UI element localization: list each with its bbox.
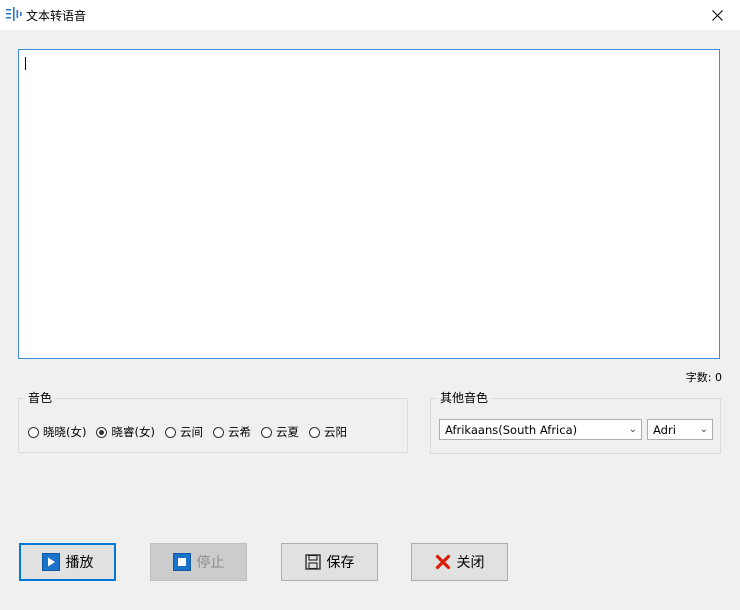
other-voice-group-title: 其他音色 (437, 391, 492, 405)
radio-circle-icon (164, 426, 176, 438)
save-icon (304, 554, 321, 570)
text-caret (25, 57, 26, 70)
play-label: 播放 (65, 555, 94, 571)
radio-checked-icon (96, 426, 108, 438)
voice-group-title: 音色 (25, 391, 56, 405)
voice-radio-yunxia[interactable]: 云夏 (260, 424, 299, 440)
title-bar: 文本转语音 (0, 0, 740, 30)
close-button[interactable]: 关闭 (411, 543, 508, 581)
voice-select[interactable]: Adri ⌄ (647, 419, 713, 440)
voice-radio-yunxi[interactable]: 云希 (212, 424, 251, 440)
stop-icon (172, 553, 191, 571)
voice-radio-label: 晓晓(女) (43, 425, 87, 439)
language-select[interactable]: Afrikaans(South Africa) ⌄ (439, 419, 642, 440)
radio-circle-icon (212, 426, 224, 438)
radio-circle-icon (260, 426, 272, 438)
character-count: 字数: 0 (685, 371, 722, 384)
window-title: 文本转语音 (26, 9, 87, 23)
play-icon (41, 553, 60, 571)
save-label: 保存 (326, 555, 355, 571)
app-icon (6, 7, 22, 21)
play-button[interactable]: 播放 (19, 543, 116, 581)
close-red-icon (435, 554, 450, 570)
stop-button[interactable]: 停止 (150, 543, 247, 581)
window-close-button[interactable] (694, 0, 740, 30)
voice-radio-xiaoxiao[interactable]: 晓晓(女) (28, 424, 86, 440)
radio-circle-icon (28, 426, 39, 438)
voice-radio-xiaorui[interactable]: 晓睿(女) (96, 424, 155, 440)
voice-radio-label: 云间 (179, 425, 203, 439)
chevron-down-icon: ⌄ (628, 424, 637, 435)
close-label: 关闭 (456, 555, 485, 571)
voice-radio-label: 晓睿(女) (111, 425, 155, 439)
stop-label: 停止 (196, 555, 225, 571)
close-icon (711, 9, 723, 21)
save-button[interactable]: 保存 (281, 543, 378, 581)
voice-radio-yunjian[interactable]: 云间 (164, 424, 203, 440)
chevron-down-icon: ⌄ (699, 424, 708, 435)
voice-group: 音色 晓晓(女) 晓睿(女) 云间 云希 云夏 云阳 (18, 391, 408, 453)
language-select-value: Afrikaans(South Africa) (445, 422, 578, 437)
voice-radio-label: 云夏 (275, 425, 299, 439)
voice-radio-label: 云阳 (323, 425, 347, 439)
voice-select-value: Adri (653, 422, 676, 437)
voice-radio-yunyang[interactable]: 云阳 (308, 424, 347, 440)
voice-radio-list: 晓晓(女) 晓睿(女) 云间 云希 云夏 云阳 (28, 424, 357, 440)
other-voice-group: 其他音色 Afrikaans(South Africa) ⌄ Adri ⌄ (430, 391, 721, 454)
text-input-area[interactable] (18, 49, 720, 359)
voice-radio-label: 云希 (227, 425, 251, 439)
radio-circle-icon (308, 426, 320, 438)
